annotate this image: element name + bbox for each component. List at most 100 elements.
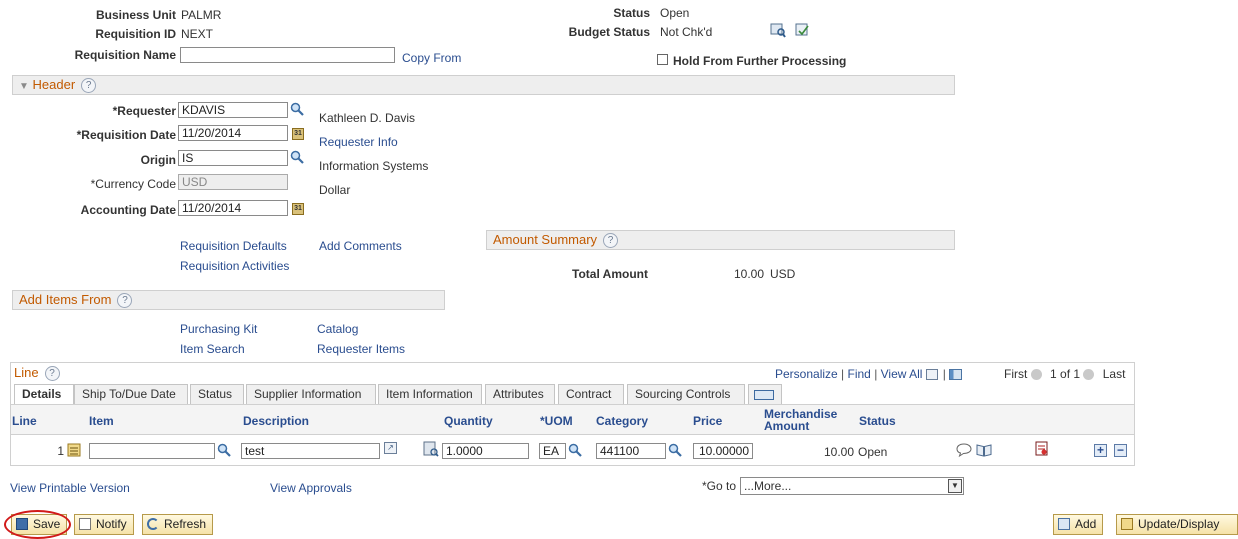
previous-icon[interactable] [1030, 369, 1042, 380]
uom-input[interactable]: EA [539, 443, 566, 459]
calendar-icon[interactable]: 31 [292, 128, 304, 140]
requisition-date-input[interactable]: 11/20/2014 [178, 125, 288, 141]
calendar-icon[interactable]: 31 [292, 203, 304, 215]
tab-attributes[interactable]: Attributes [485, 384, 555, 404]
help-icon[interactable]: ? [603, 233, 619, 249]
tab-item-information[interactable]: Item Information [378, 384, 482, 404]
next-icon[interactable] [1083, 369, 1095, 380]
purchasing-kit-link[interactable]: Purchasing Kit [180, 322, 257, 336]
add-items-bar: Add Items From? [12, 290, 445, 310]
quantity-input[interactable]: 1.0000 [442, 443, 529, 459]
line-title-text: Line [14, 365, 39, 380]
add-comments-link[interactable]: Add Comments [319, 239, 402, 253]
requisition-activities-link[interactable]: Requisition Activities [180, 259, 289, 273]
goto-select[interactable]: ...More... ▼ [740, 477, 964, 495]
add-row-icon[interactable]: + [1094, 444, 1107, 457]
business-unit-value: PALMR [181, 8, 222, 22]
copy-from-link[interactable]: Copy From [402, 51, 461, 65]
download-grid-icon[interactable] [949, 369, 963, 380]
budget-check-icon[interactable] [770, 22, 786, 38]
update-display-label: Update/Display [1138, 517, 1220, 531]
notify-button[interactable]: Notify [74, 514, 134, 535]
last-label[interactable]: Last [1103, 367, 1126, 381]
category-input[interactable]: 441100 [596, 443, 666, 459]
requisition-defaults-link[interactable]: Requisition Defaults [180, 239, 287, 253]
item-lookup-icon[interactable] [217, 443, 231, 457]
personalize-link[interactable]: Personalize [775, 367, 838, 381]
requester-items-link[interactable]: Requester Items [317, 342, 405, 356]
comment-bubble-icon[interactable] [956, 442, 972, 458]
tab-details[interactable]: Details [14, 384, 74, 404]
hold-checkbox[interactable] [657, 54, 668, 65]
view-printable-version-link[interactable]: View Printable Version [10, 481, 130, 495]
new-window-icon[interactable] [925, 369, 938, 380]
catalog-link[interactable]: Catalog [317, 322, 358, 336]
update-display-button[interactable]: Update/Display [1116, 514, 1238, 535]
refresh-button[interactable]: Refresh [142, 514, 214, 535]
save-label: Save [33, 517, 61, 531]
category-lookup-icon[interactable] [668, 443, 682, 457]
add-button[interactable]: Add [1053, 514, 1104, 535]
first-label[interactable]: First [1004, 367, 1027, 381]
requester-lookup-icon[interactable] [290, 102, 304, 116]
origin-lookup-icon[interactable] [290, 150, 304, 164]
total-amount-currency: USD [770, 267, 796, 281]
refresh-icon [147, 518, 159, 530]
price-input[interactable]: 10.00000 [693, 443, 753, 459]
notify-icon [79, 518, 91, 530]
requester-label: *Requester [112, 104, 176, 118]
help-icon[interactable]: ? [44, 366, 60, 382]
item-details-icon[interactable] [67, 442, 83, 458]
requester-info-link[interactable]: Requester Info [319, 135, 398, 149]
schedule-icon[interactable] [1034, 441, 1050, 457]
requisition-id-label: Requisition ID [95, 27, 176, 41]
tab-status[interactable]: Status [190, 384, 244, 404]
pager: First 1 of 1 Last [1004, 367, 1125, 381]
expand-description-icon[interactable]: ↗ [384, 442, 397, 454]
col-line: Line [12, 414, 37, 428]
show-all-columns-icon[interactable] [748, 384, 782, 404]
tab-sourcing-controls[interactable]: Sourcing Controls [627, 384, 745, 404]
help-icon[interactable]: ? [117, 293, 133, 309]
help-icon[interactable]: ? [81, 78, 97, 94]
quantity-calculator-icon[interactable] [423, 441, 439, 457]
find-link[interactable]: Find [848, 367, 871, 381]
view-approvals-link[interactable]: View Approvals [270, 481, 352, 495]
amount-summary-bar: Amount Summary? [486, 230, 955, 250]
item-input[interactable] [89, 443, 215, 459]
goto-selected-value: ...More... [744, 479, 792, 493]
tab-ship-to-due-date[interactable]: Ship To/Due Date [74, 384, 188, 404]
requester-input[interactable]: KDAVIS [178, 102, 288, 118]
uom-lookup-icon[interactable] [568, 443, 582, 457]
tab-contract[interactable]: Contract [558, 384, 624, 404]
business-unit-label: Business Unit [95, 8, 176, 22]
requisition-name-input[interactable] [180, 47, 395, 63]
origin-label: Origin [140, 153, 176, 167]
total-amount-value: 10.00 [733, 267, 764, 281]
col-price: Price [693, 414, 723, 428]
collapse-triangle-icon[interactable]: ▼ [19, 81, 29, 92]
tab-supplier-information[interactable]: Supplier Information [246, 384, 376, 404]
budget-status-value: Not Chk'd [660, 25, 713, 39]
line-status-value: Open [858, 445, 888, 459]
pager-count: 1 of 1 [1050, 367, 1081, 381]
hold-label: Hold From Further Processing [673, 54, 847, 68]
view-all-link[interactable]: View All [881, 367, 923, 381]
origin-description: Information Systems [319, 159, 429, 173]
currency-code-label: *Currency Code [90, 177, 176, 191]
item-search-link[interactable]: Item Search [180, 342, 245, 356]
header-section-bar[interactable]: ▼ Header? [12, 75, 955, 95]
accounting-date-label: Accounting Date [80, 203, 176, 217]
col-status: Status [859, 414, 896, 428]
chevron-down-icon[interactable]: ▼ [948, 479, 962, 493]
delete-row-icon[interactable]: − [1114, 444, 1127, 457]
origin-input[interactable]: IS [178, 150, 288, 166]
book-icon[interactable] [976, 442, 992, 458]
add-items-title: Add Items From [19, 292, 112, 307]
accounting-date-input[interactable]: 11/20/2014 [178, 200, 288, 216]
requester-name: Kathleen D. Davis [319, 111, 416, 125]
floppy-disk-icon [16, 518, 28, 530]
save-button[interactable]: Save [11, 514, 68, 535]
budget-details-icon[interactable] [794, 22, 810, 38]
description-input[interactable]: test [241, 443, 380, 459]
